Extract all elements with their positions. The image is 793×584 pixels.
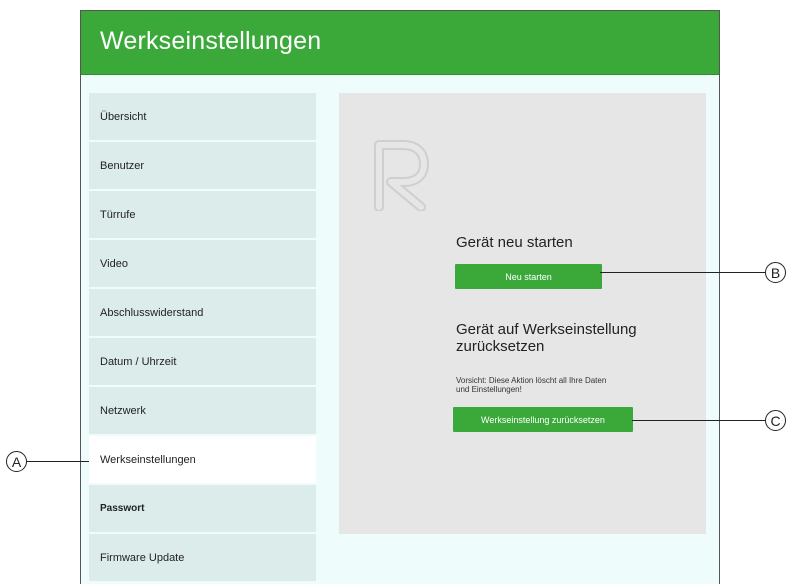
app-window: Werkseinstellungen Übersicht Benutzer Tü… <box>80 10 720 584</box>
reset-title-line2: zurücksetzen <box>456 338 545 355</box>
sidebar-item-factory-settings[interactable]: Werkseinstellungen <box>89 436 316 483</box>
sidebar-item-label: Netzwerk <box>100 404 146 417</box>
sidebar-item-label: Übersicht <box>100 110 147 123</box>
callout-c-line <box>632 420 765 421</box>
sidebar-item-label: Benutzer <box>100 159 145 172</box>
page-title: Werkseinstellungen <box>100 27 322 55</box>
r-logo-icon <box>374 140 429 211</box>
sidebar-item-label: Werkseinstellungen <box>100 453 196 466</box>
sidebar-item-password[interactable]: Passwort <box>89 485 316 532</box>
callout-a: A <box>6 451 27 472</box>
restart-title: Gerät neu starten <box>456 234 573 251</box>
factory-reset-button[interactable]: Werkseinstellung zurücksetzen <box>453 407 633 432</box>
sidebar-item-termination[interactable]: Abschlusswiderstand <box>89 289 316 336</box>
sidebar-item-overview[interactable]: Übersicht <box>89 93 316 140</box>
reset-title-line1: Gerät auf Werkseinstellung <box>456 321 637 338</box>
reset-warning: Vorsicht: Diese Aktion löscht all Ihre D… <box>456 376 607 394</box>
restart-button[interactable]: Neu starten <box>455 264 602 289</box>
sidebar-item-label: Firmware Update <box>100 551 185 564</box>
sidebar-item-video[interactable]: Video <box>89 240 316 287</box>
sidebar: Übersicht Benutzer Türrufe Video Abschlu… <box>89 93 316 583</box>
sidebar-item-firmware-update[interactable]: Firmware Update <box>89 534 316 581</box>
sidebar-item-label: Datum / Uhrzeit <box>100 355 177 368</box>
sidebar-item-users[interactable]: Benutzer <box>89 142 316 189</box>
header-bar: Werkseinstellungen <box>81 11 719 75</box>
sidebar-item-label: Türrufe <box>100 208 136 221</box>
callout-b: B <box>765 262 786 283</box>
sidebar-item-label: Passwort <box>100 503 145 514</box>
sidebar-item-network[interactable]: Netzwerk <box>89 387 316 434</box>
callout-a-line <box>27 461 89 462</box>
callout-c: C <box>765 410 786 431</box>
sidebar-item-door-calls[interactable]: Türrufe <box>89 191 316 238</box>
sidebar-item-label: Video <box>100 257 128 270</box>
callout-b-line <box>600 272 765 273</box>
content-panel: Gerät neu starten Neu starten Gerät auf … <box>339 93 706 534</box>
sidebar-item-date-time[interactable]: Datum / Uhrzeit <box>89 338 316 385</box>
sidebar-item-label: Abschlusswiderstand <box>100 306 204 319</box>
